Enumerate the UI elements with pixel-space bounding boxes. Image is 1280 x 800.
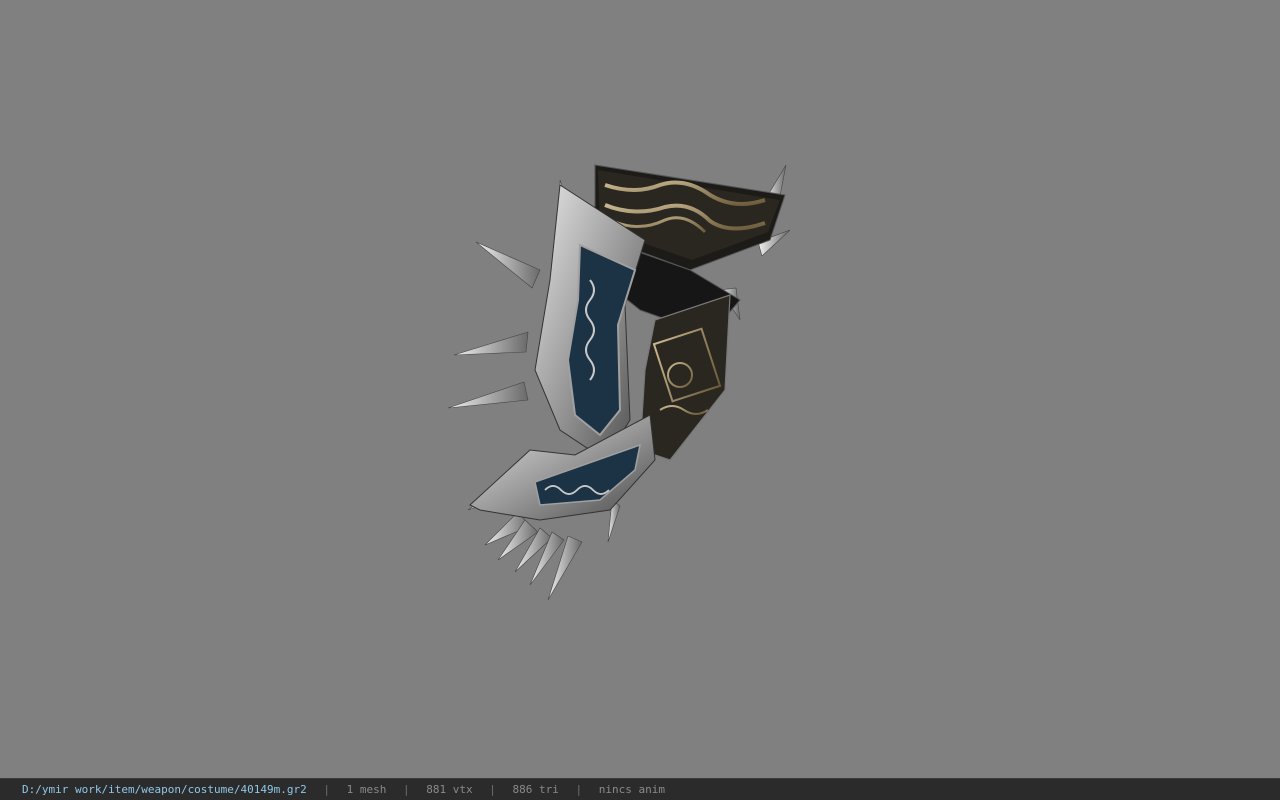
mesh-count: 1 mesh bbox=[346, 783, 387, 796]
animation-status: nincs anim bbox=[598, 783, 665, 796]
triangle-count: 886 tri bbox=[512, 783, 559, 796]
ornate-center-plate bbox=[639, 294, 731, 461]
file-path: D:/ymir work/item/weapon/costume/40149m.… bbox=[22, 783, 307, 796]
separator: | bbox=[403, 783, 410, 796]
separator: | bbox=[323, 783, 331, 796]
vertex-count: 881 vtx bbox=[426, 783, 473, 796]
separator: | bbox=[575, 783, 583, 796]
model-viewport[interactable] bbox=[0, 0, 1280, 778]
status-bar: D:/ymir work/item/weapon/costume/40149m.… bbox=[0, 778, 1280, 800]
spiked-gauntlet-model[interactable] bbox=[440, 160, 800, 610]
separator: | bbox=[489, 783, 496, 796]
